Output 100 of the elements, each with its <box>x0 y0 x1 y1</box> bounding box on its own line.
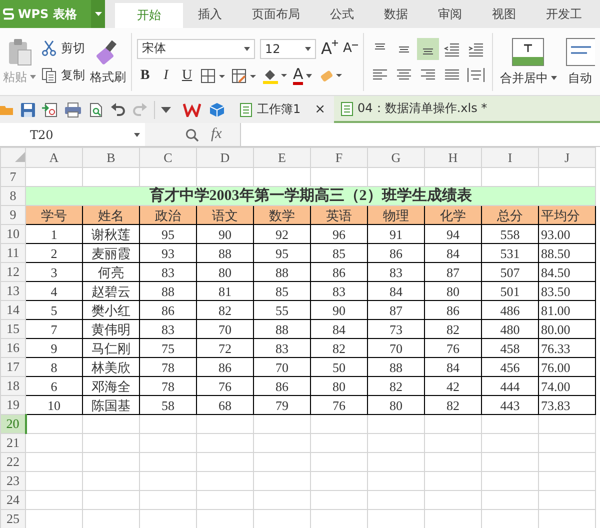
table-cell: 96 <box>310 224 368 244</box>
table-cell: 81 <box>196 282 254 300</box>
row-header[interactable]: 19 <box>0 396 26 414</box>
table-cell: 85 <box>310 244 368 262</box>
table-cell: 76 <box>310 396 368 414</box>
copy-button[interactable]: 复制 <box>41 66 85 84</box>
insert-function-button[interactable]: fx <box>211 126 222 143</box>
table-cell: 507 <box>482 262 538 282</box>
caret-icon <box>305 46 311 50</box>
italic-button[interactable]: I <box>158 68 174 84</box>
ribbon-tab[interactable]: 插入 <box>183 0 237 28</box>
column-header[interactable]: I <box>482 148 538 168</box>
table-cell: 88 <box>196 244 254 262</box>
row-header[interactable]: 13 <box>0 282 26 300</box>
table-cell: 458 <box>482 338 538 358</box>
column-header[interactable]: D <box>196 148 254 168</box>
row-header[interactable]: 20 <box>0 414 26 434</box>
row-header[interactable]: 24 <box>0 490 26 510</box>
font-size-dropdown[interactable]: 12 <box>260 38 316 58</box>
document-tab[interactable]: 工作簿1 <box>233 96 307 123</box>
vertical-align-icon[interactable] <box>416 38 439 60</box>
table-cell: 93.00 <box>538 224 596 244</box>
table-cell: 87 <box>368 300 424 320</box>
column-header[interactable]: G <box>368 148 424 168</box>
row-header[interactable]: 9 <box>0 206 26 224</box>
column-header[interactable]: E <box>254 148 310 168</box>
caret-icon <box>244 46 250 50</box>
row-header[interactable]: 18 <box>0 376 26 396</box>
document-tab[interactable]: 04：数据清单操作.xls * <box>334 96 600 123</box>
column-heading-cell: 英语 <box>310 206 368 224</box>
ribbon-tab[interactable]: 数据 <box>369 0 423 28</box>
column-heading-cell: 总分 <box>482 206 538 224</box>
row-header[interactable]: 12 <box>0 262 26 282</box>
row-header[interactable]: 21 <box>0 434 26 452</box>
underline-button[interactable]: U <box>179 68 195 84</box>
table-cell: 2 <box>26 244 82 262</box>
table-cell: 80 <box>196 262 254 282</box>
row-header[interactable]: 25 <box>0 510 26 528</box>
ribbon-tab[interactable]: 视图 <box>477 0 531 28</box>
wrap-text-icon <box>564 36 595 66</box>
ribbon-tab[interactable]: 公式 <box>315 0 369 28</box>
undo-icon[interactable] <box>110 102 126 118</box>
column-header[interactable]: J <box>538 148 596 168</box>
print-preview-icon[interactable] <box>88 102 104 118</box>
name-box[interactable]: T20 <box>0 123 145 146</box>
row-header[interactable]: 7 <box>0 168 26 186</box>
column-header[interactable]: C <box>140 148 196 168</box>
row-header[interactable]: 10 <box>0 224 26 244</box>
increase-font-button[interactable]: A <box>321 39 338 58</box>
format-painter-button[interactable]: 格式刷 <box>90 38 126 86</box>
export-icon[interactable] <box>42 102 58 118</box>
ribbon-tab[interactable]: 页面布局 <box>237 0 315 28</box>
wps-logo-icon[interactable] <box>183 102 201 116</box>
table-cell: 何亮 <box>82 262 140 282</box>
borders-icon[interactable] <box>200 68 226 84</box>
row-header[interactable]: 17 <box>0 358 26 376</box>
row-header[interactable]: 16 <box>0 338 26 358</box>
row-header[interactable]: 11 <box>0 244 26 262</box>
ribbon-tab[interactable]: 开始 <box>115 3 183 28</box>
row-header[interactable]: 8 <box>0 186 26 206</box>
merge-center-button[interactable]: 合并居中 <box>500 36 557 86</box>
font-name-dropdown[interactable]: 宋体 <box>137 38 255 58</box>
printer-icon[interactable] <box>64 102 82 118</box>
table-cell: 83 <box>368 262 424 282</box>
cut-button[interactable]: 剪切 <box>41 40 85 56</box>
column-heading-cell: 化学 <box>424 206 482 224</box>
close-tab-button[interactable]: × <box>314 102 326 117</box>
table-cell: 55 <box>254 300 310 320</box>
row-header[interactable]: 22 <box>0 452 26 472</box>
decrease-font-button[interactable]: A <box>342 41 358 56</box>
table-title: 育才中学2003年第一学期高三（2）班学生成绩表 <box>149 187 472 205</box>
column-header[interactable]: F <box>310 148 368 168</box>
table-cell: 86 <box>140 300 196 320</box>
row-header[interactable]: 23 <box>0 472 26 490</box>
font-color-button[interactable]: A <box>293 66 312 84</box>
table-cell: 90 <box>196 224 254 244</box>
table-cell: 76 <box>196 376 254 396</box>
table-cell: 7 <box>26 320 82 338</box>
caret-icon[interactable] <box>161 106 171 112</box>
formula-input[interactable] <box>240 123 600 146</box>
wrap-text-button[interactable]: 自动 <box>564 36 595 86</box>
bold-button[interactable]: B <box>137 68 153 84</box>
cell-style-icon[interactable] <box>231 68 257 84</box>
table-cell: 5 <box>26 300 82 320</box>
table-cell: 80.00 <box>538 320 596 338</box>
row-header[interactable]: 14 <box>0 300 26 320</box>
save-icon[interactable] <box>20 102 36 118</box>
search-icon[interactable] <box>185 128 199 142</box>
column-header[interactable]: A <box>26 148 82 168</box>
table-cell: 480 <box>482 320 538 338</box>
column-header[interactable]: H <box>424 148 482 168</box>
cube-icon[interactable] <box>209 102 225 118</box>
table-cell: 8 <box>26 358 82 376</box>
row-header[interactable]: 15 <box>0 320 26 338</box>
app-dropdown-button[interactable] <box>91 0 105 28</box>
table-cell: 75 <box>140 338 196 358</box>
ribbon-tab[interactable]: 开发工 <box>531 0 597 28</box>
column-header[interactable]: B <box>82 148 140 168</box>
table-cell: 94 <box>424 224 482 244</box>
ribbon-tab[interactable]: 审阅 <box>423 0 477 28</box>
